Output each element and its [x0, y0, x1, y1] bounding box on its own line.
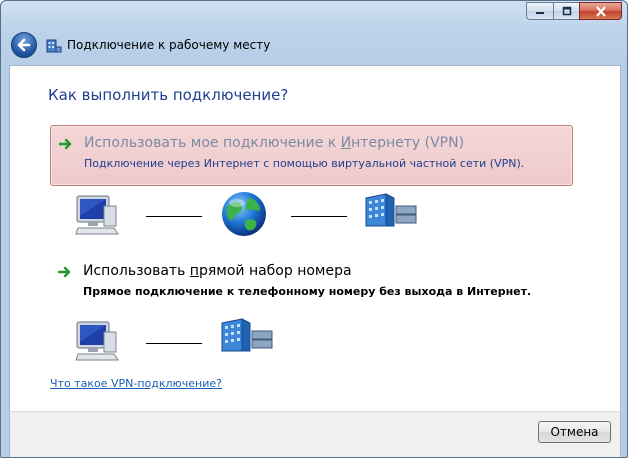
page-heading: Как выполнить подключение? — [48, 86, 289, 104]
back-arrow-icon — [17, 38, 31, 52]
workplace-network-icon — [46, 38, 62, 57]
maximize-button[interactable] — [553, 2, 579, 20]
close-button[interactable] — [579, 2, 622, 20]
building-icon — [218, 317, 276, 356]
globe-icon — [220, 190, 268, 241]
close-icon — [595, 5, 606, 17]
green-arrow-icon — [57, 266, 72, 281]
connection-line — [291, 216, 347, 217]
cancel-button[interactable]: Отмена — [538, 421, 611, 443]
connection-line — [146, 343, 202, 344]
option-vpn-subtitle: Подключение через Интернет с помощью вир… — [84, 157, 525, 170]
option-vpn[interactable]: Использовать мое подключение к Интернету… — [50, 125, 573, 186]
window-controls — [526, 2, 622, 21]
building-icon — [362, 192, 420, 231]
maximize-icon — [562, 6, 571, 16]
connection-line — [146, 216, 202, 217]
option-dialup-subtitle: Прямое подключение к телефонному номеру … — [83, 285, 532, 298]
computer-icon — [74, 320, 120, 365]
window-title: Подключение к рабочему месту — [67, 38, 271, 52]
vpn-help-link[interactable]: Что такое VPN-подключение? — [50, 377, 222, 390]
back-button[interactable] — [11, 32, 37, 58]
dialog-footer: Отмена — [9, 411, 621, 457]
minimize-button[interactable] — [526, 2, 553, 20]
green-arrow-icon — [58, 138, 73, 153]
option-dialup[interactable]: Использовать прямой набор номера Прямое … — [50, 262, 573, 306]
minimize-icon — [536, 12, 544, 14]
dialog-window: Подключение к рабочему месту Как выполни… — [0, 0, 628, 458]
computer-icon — [74, 194, 120, 239]
option-dialup-title: Использовать прямой набор номера — [83, 263, 352, 279]
option-vpn-title: Использовать мое подключение к Интернету… — [84, 135, 465, 151]
address-bar: Подключение к рабочему месту — [1, 29, 627, 63]
content-panel: Как выполнить подключение? Использовать … — [9, 65, 621, 412]
